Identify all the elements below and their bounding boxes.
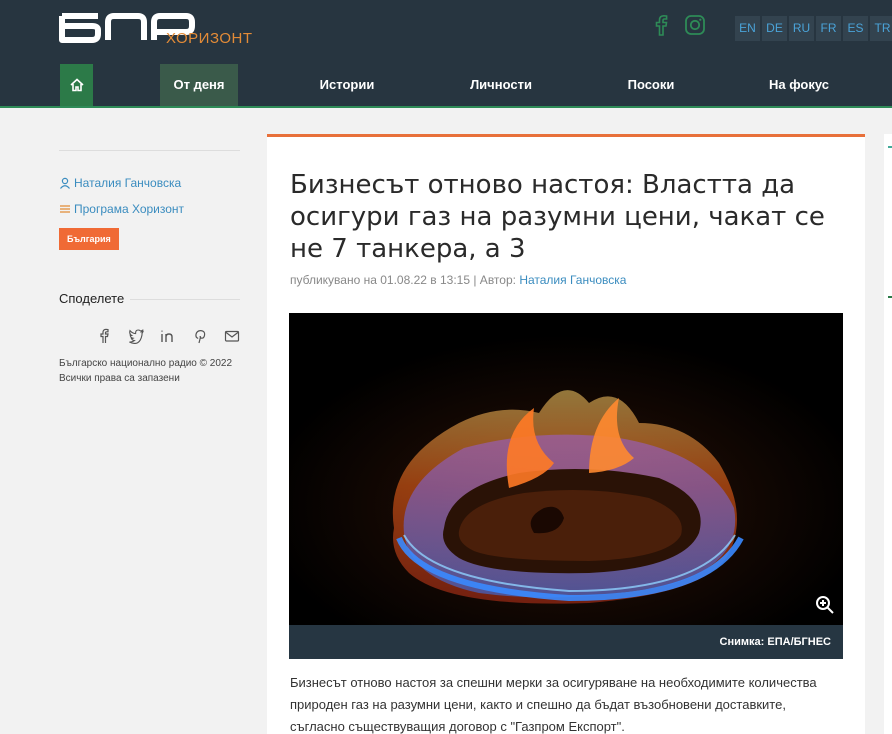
site-header: ХОРИЗОНТ EN DE RU FR ES TR От деня Истор…	[0, 0, 892, 108]
right-column-marker	[888, 296, 892, 298]
article-title: Бизнесът отново настоя: Властта да осигу…	[290, 170, 825, 264]
gas-flame-image	[289, 313, 843, 625]
nav-item-na-fokus[interactable]: На фокус	[757, 64, 841, 106]
facebook-icon[interactable]	[96, 328, 112, 344]
lang-ru[interactable]: RU	[789, 16, 814, 41]
copyright-text: Българско национално радио © 2022 Всички…	[59, 358, 233, 384]
linkedin-icon[interactable]	[160, 328, 176, 344]
home-button[interactable]	[60, 64, 93, 106]
article-meta: публикувано на 01.08.22 в 13:15 | Автор:…	[290, 273, 626, 287]
lang-es[interactable]: ES	[843, 16, 868, 41]
language-switcher: EN DE RU FR ES TR	[735, 16, 892, 41]
share-icons	[96, 328, 240, 344]
author-link[interactable]: Наталия Ганчовска	[59, 176, 181, 190]
article-body: Бизнесът отново настоя за спешни мерки з…	[290, 675, 817, 734]
photo-caption: Снимка: ЕПА/БГНЕС	[289, 625, 843, 659]
bnr-logo[interactable]: ХОРИЗОНТ	[58, 6, 258, 50]
instagram-icon[interactable]	[684, 14, 706, 41]
lang-tr[interactable]: TR	[870, 16, 892, 41]
sidebar-divider	[59, 150, 240, 151]
nav-item-posoki[interactable]: Посоки	[613, 64, 689, 106]
article-card: Бизнесът отново настоя: Властта да осигу…	[267, 134, 865, 734]
lang-en[interactable]: EN	[735, 16, 760, 41]
share-title: Споделете	[59, 291, 131, 306]
user-icon	[60, 177, 70, 189]
home-icon	[69, 78, 84, 92]
menu-icon	[60, 205, 70, 213]
nav-item-istorii[interactable]: Истории	[307, 64, 387, 106]
lang-fr[interactable]: FR	[816, 16, 841, 41]
nav-item-lichnosti[interactable]: Личности	[457, 64, 545, 106]
category-tag[interactable]: България	[59, 228, 119, 250]
meta-author-link[interactable]: Наталия Ганчовска	[519, 273, 626, 287]
program-link[interactable]: Програма Хоризонт	[59, 202, 184, 216]
main-nav: От деня Истории Личности Посоки На фокус	[0, 62, 892, 106]
publish-info: публикувано на 01.08.22 в 13:15 | Автор:	[290, 273, 516, 287]
author-link-label: Наталия Ганчовска	[74, 176, 182, 190]
pinterest-icon[interactable]	[192, 328, 208, 344]
email-icon[interactable]	[224, 328, 240, 344]
facebook-icon[interactable]	[654, 14, 668, 41]
logo-subtitle: ХОРИЗОНТ	[166, 30, 253, 47]
right-column-marker	[888, 146, 892, 148]
right-column-edge	[884, 134, 892, 734]
twitter-icon[interactable]	[128, 328, 144, 344]
article-photo[interactable]	[289, 313, 843, 625]
program-link-label: Програма Хоризонт	[74, 202, 185, 216]
header-accent-line	[0, 106, 892, 108]
nav-item-ot-denya[interactable]: От деня	[160, 64, 238, 106]
zoom-icon[interactable]	[815, 595, 835, 620]
sidebar: Наталия Ганчовска Програма Хоризонт Бълг…	[59, 150, 240, 384]
lang-de[interactable]: DE	[762, 16, 787, 41]
